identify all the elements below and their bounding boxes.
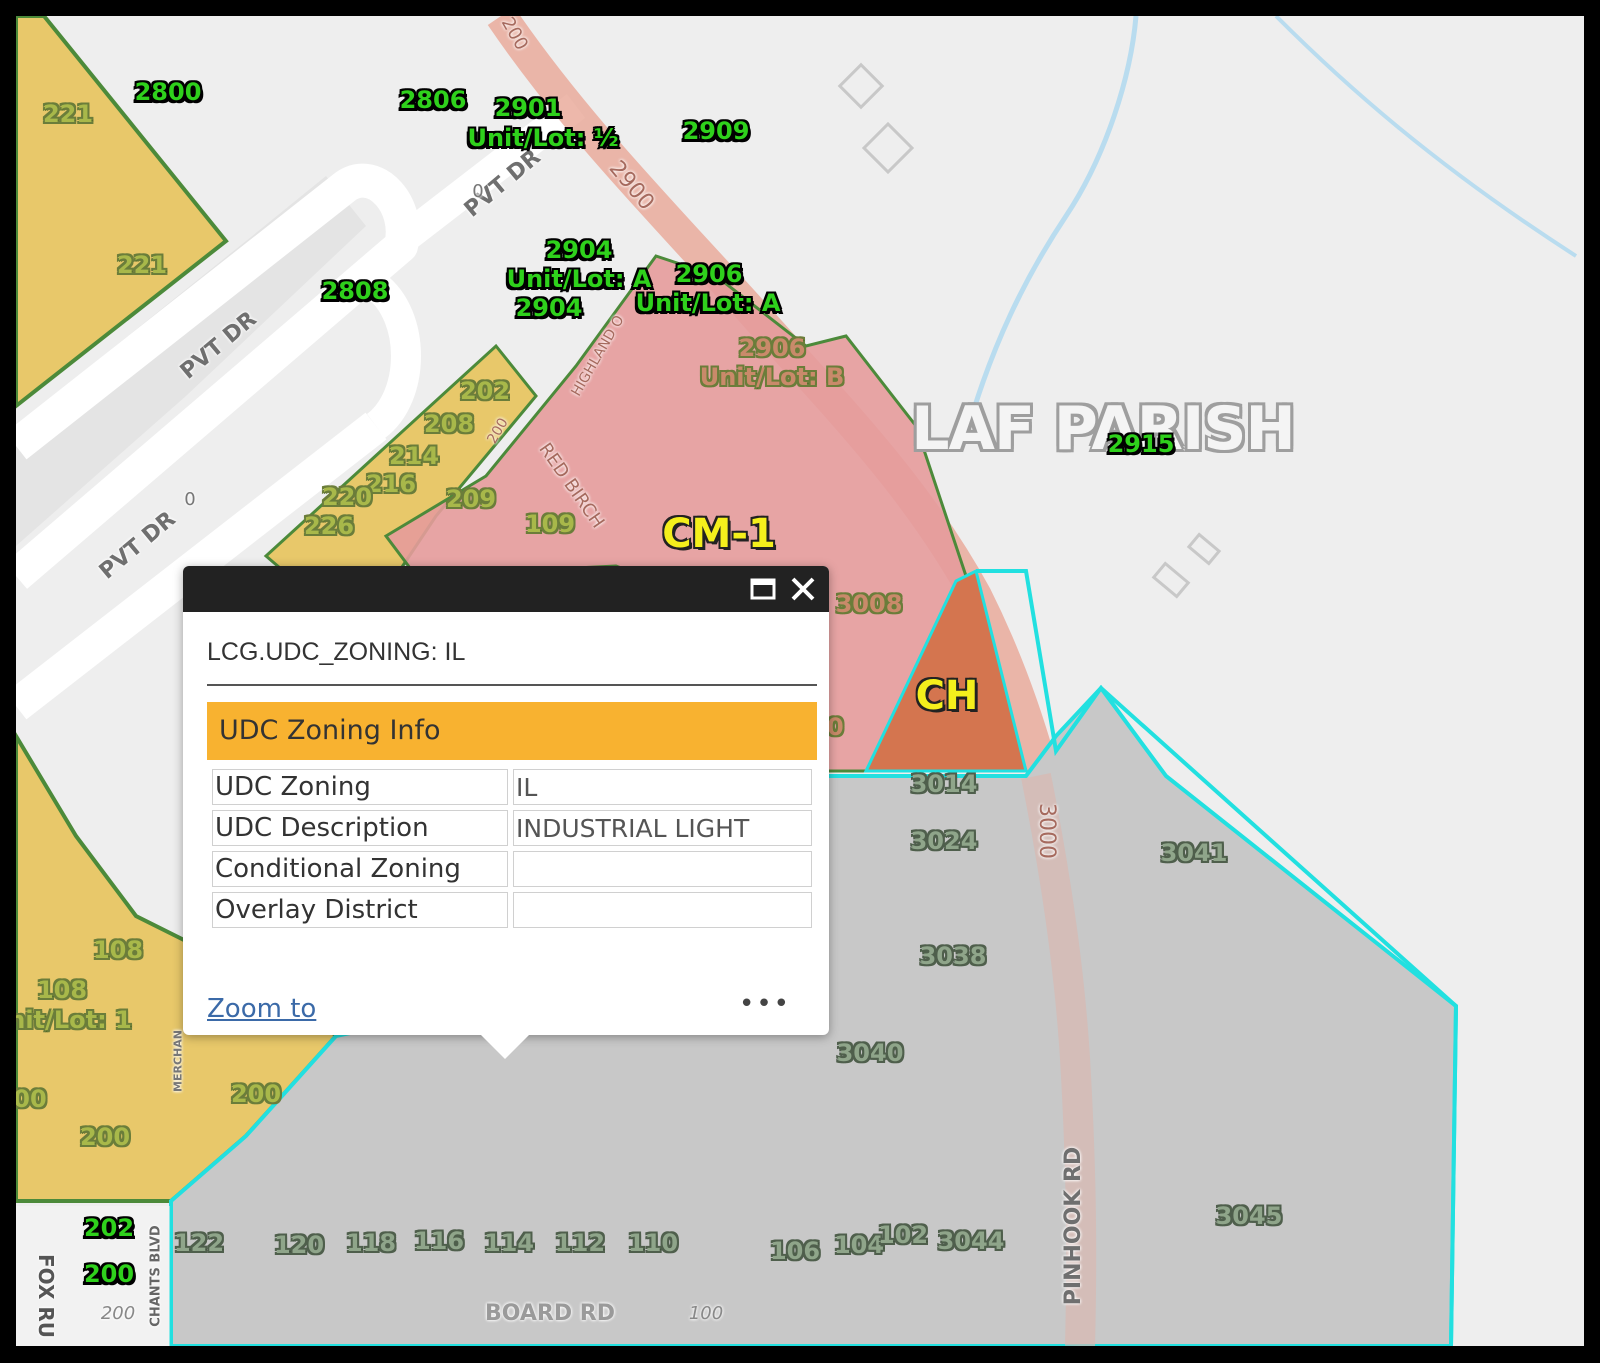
- address-label: 2915: [1107, 430, 1175, 458]
- street-label: CHANTS BLVD: [148, 1225, 164, 1327]
- address-label: nit/Lot: 1: [16, 1006, 132, 1034]
- street-number: 3000: [1034, 803, 1059, 859]
- address-label: 3014: [910, 770, 978, 798]
- close-icon[interactable]: [789, 575, 817, 603]
- street-number: 0: [472, 181, 484, 202]
- table-row: UDC Zoning IL: [212, 769, 812, 805]
- address-label: 104: [833, 1231, 885, 1259]
- street-label: FOX RU: [34, 1254, 58, 1338]
- address-label: 221: [116, 251, 168, 279]
- street-label: PINHOOK RD: [1061, 1146, 1086, 1306]
- address-label: 3041: [1160, 839, 1228, 867]
- attribute-value: IL: [513, 769, 812, 805]
- address-label: 108: [92, 936, 144, 964]
- address-label: 110: [627, 1229, 679, 1257]
- address-label: 108: [36, 976, 88, 1004]
- address-label: 00: [16, 1085, 47, 1113]
- street-label: BOARD RD: [485, 1301, 615, 1326]
- address-label: 102: [877, 1221, 929, 1249]
- map-view[interactable]: LAF PARISH CM-1 CH PVT DR PVT DR PVT DR …: [16, 16, 1584, 1346]
- address-label: 214: [388, 442, 440, 470]
- address-label: 202: [83, 1214, 135, 1242]
- address-label: 106: [769, 1237, 821, 1265]
- street-label: MERCHAN: [171, 1030, 185, 1092]
- address-label: 109: [524, 510, 576, 538]
- address-label: 2901: [494, 94, 562, 122]
- address-label: 114: [483, 1229, 535, 1257]
- address-label: 2808: [321, 277, 389, 305]
- address-label: 200: [83, 1260, 135, 1288]
- popup-titlebar: [183, 566, 829, 612]
- address-label: 3024: [910, 827, 978, 855]
- address-label: 2904: [545, 236, 613, 264]
- popup-title: LCG.UDC_ZONING: IL: [207, 638, 466, 666]
- address-label: Unit/Lot: B: [699, 363, 845, 391]
- attribute-label: Conditional Zoning: [212, 851, 508, 887]
- zone-label-cm1: CM-1: [662, 511, 776, 557]
- popup-pointer: [481, 1035, 529, 1059]
- table-row: UDC Description INDUSTRIAL LIGHT: [212, 810, 812, 846]
- address-label: 116: [413, 1227, 465, 1255]
- street-number: 200: [100, 1303, 136, 1324]
- address-label: 2906: [738, 334, 806, 362]
- feature-popup: LCG.UDC_ZONING: IL UDC Zoning Info UDC Z…: [183, 566, 829, 1059]
- address-label: Unit/Lot: ½: [467, 124, 619, 152]
- area-label: LAF PARISH: [911, 394, 1295, 464]
- street-number: 0: [184, 489, 196, 510]
- address-label: 2909: [682, 117, 750, 145]
- address-label: 2906: [675, 260, 743, 288]
- address-label: 2800: [134, 78, 202, 106]
- more-options-button[interactable]: •••: [739, 989, 791, 1019]
- address-label: 3008: [835, 590, 903, 618]
- address-label: 118: [345, 1229, 397, 1257]
- address-label: Unit/Lot: A: [635, 289, 781, 317]
- address-label: 208: [423, 410, 475, 438]
- attribute-table: UDC Zoning IL UDC Description INDUSTRIAL…: [207, 764, 817, 933]
- maximize-icon[interactable]: [749, 575, 777, 603]
- address-label: 3038: [919, 942, 987, 970]
- zone-label-ch: CH: [915, 673, 979, 719]
- address-label: 209: [445, 485, 497, 513]
- attribute-label: UDC Description: [212, 810, 508, 846]
- address-label: 3040: [836, 1039, 904, 1067]
- attribute-label: UDC Zoning: [212, 769, 508, 805]
- table-row: Conditional Zoning: [212, 851, 812, 887]
- address-label: 122: [173, 1229, 225, 1257]
- address-label: 120: [273, 1231, 325, 1259]
- section-header: UDC Zoning Info: [207, 702, 817, 760]
- address-label: 221: [42, 100, 94, 128]
- zoom-to-link[interactable]: Zoom to: [207, 994, 316, 1024]
- street-number: 100: [688, 1303, 724, 1324]
- address-label: 3045: [1215, 1202, 1283, 1230]
- attribute-value: INDUSTRIAL LIGHT: [513, 810, 812, 846]
- address-label: 202: [459, 377, 511, 405]
- address-label: 200: [230, 1080, 282, 1108]
- address-label: 226: [303, 512, 355, 540]
- address-label: 112: [554, 1229, 606, 1257]
- attribute-value: [513, 851, 812, 887]
- attribute-label: Overlay District: [212, 892, 508, 928]
- address-label: 2904: [515, 294, 583, 322]
- attribute-value: [513, 892, 812, 928]
- address-label: 216: [365, 470, 417, 498]
- address-label: 3044: [937, 1227, 1005, 1255]
- title-divider: [207, 684, 817, 686]
- table-row: Overlay District: [212, 892, 812, 928]
- address-label: 200: [79, 1123, 131, 1151]
- address-label: Unit/Lot: A: [506, 265, 652, 293]
- address-label: 220: [321, 483, 373, 511]
- address-label: 2806: [399, 86, 467, 114]
